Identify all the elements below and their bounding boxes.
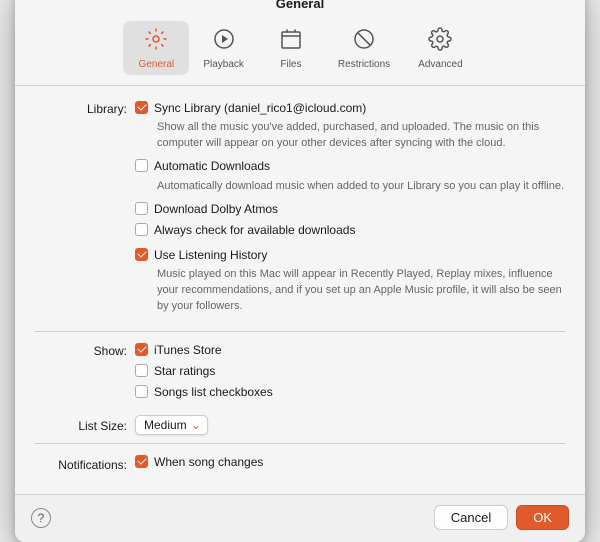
auto-downloads-helper: Automatically download music when added … (157, 179, 565, 195)
sync-library-row: Sync Library (daniel_rico1@icloud.com) (135, 100, 565, 117)
songs-checkboxes-row: Songs list checkboxes (135, 384, 565, 401)
tab-playback-label: Playback (203, 59, 244, 70)
songs-checkboxes-label: Songs list checkboxes (154, 384, 273, 401)
dolby-atmos-label: Download Dolby Atmos (154, 201, 278, 218)
show-content: iTunes Store Star ratings Songs list che… (135, 342, 565, 404)
sync-library-checkbox[interactable] (135, 101, 148, 114)
list-size-value: Medium (144, 418, 187, 432)
help-button[interactable]: ? (31, 508, 51, 528)
tab-advanced-label: Advanced (418, 59, 462, 70)
sync-library-helper: Show all the music you've added, purchas… (157, 120, 565, 152)
notifications-section: Notifications: When song changes (35, 454, 565, 475)
tab-restrictions-label: Restrictions (338, 59, 390, 70)
list-size-row: Medium ⌄ (135, 415, 565, 435)
star-ratings-checkbox[interactable] (135, 364, 148, 377)
dialog-title: General (15, 0, 585, 11)
tab-advanced[interactable]: Advanced (404, 21, 476, 75)
button-group: Cancel OK (434, 505, 569, 530)
when-song-changes-label: When song changes (154, 454, 263, 471)
check-downloads-label: Always check for available downloads (154, 222, 355, 239)
auto-downloads-checkbox[interactable] (135, 159, 148, 172)
listening-history-helper: Music played on this Mac will appear in … (157, 267, 565, 315)
show-section: Show: iTunes Store Star ratings Songs li… (35, 342, 565, 404)
itunes-store-row: iTunes Store (135, 342, 565, 359)
cancel-button[interactable]: Cancel (434, 505, 508, 530)
star-ratings-row: Star ratings (135, 363, 565, 380)
tab-general[interactable]: General (123, 21, 189, 75)
listening-history-checkbox[interactable] (135, 248, 148, 261)
notifications-content: When song changes (135, 454, 565, 475)
tab-files-label: Files (280, 59, 301, 70)
when-song-changes-row: When song changes (135, 454, 565, 471)
auto-downloads-row: Automatic Downloads (135, 158, 565, 175)
dolby-atmos-row: Download Dolby Atmos (135, 201, 565, 218)
restrictions-icon (352, 27, 376, 57)
bottom-bar: ? Cancel OK (15, 494, 585, 542)
when-song-changes-checkbox[interactable] (135, 455, 148, 468)
auto-downloads-label: Automatic Downloads (154, 158, 270, 175)
general-dialog: General General Playback (15, 0, 585, 542)
content-area: Library: Sync Library (daniel_rico1@iclo… (15, 86, 585, 495)
show-label: Show: (35, 342, 135, 404)
list-size-section: List Size: Medium ⌄ (35, 415, 565, 435)
tab-files[interactable]: Files (258, 21, 324, 75)
songs-checkboxes-checkbox[interactable] (135, 385, 148, 398)
check-downloads-row: Always check for available downloads (135, 222, 565, 239)
dolby-atmos-checkbox[interactable] (135, 202, 148, 215)
list-size-select[interactable]: Medium ⌄ (135, 415, 208, 435)
notifications-label: Notifications: (35, 456, 135, 472)
sync-library-label: Sync Library (daniel_rico1@icloud.com) (154, 100, 366, 117)
library-content: Sync Library (daniel_rico1@icloud.com) S… (135, 100, 565, 322)
list-size-content: Medium ⌄ (135, 415, 565, 435)
toolbar: General Playback Files (15, 11, 585, 85)
tab-restrictions[interactable]: Restrictions (324, 21, 404, 75)
library-section: Library: Sync Library (daniel_rico1@iclo… (35, 100, 565, 322)
select-arrow-icon: ⌄ (191, 418, 201, 432)
general-icon (144, 27, 168, 57)
tab-general-label: General (139, 59, 175, 70)
advanced-icon (428, 27, 452, 57)
itunes-store-label: iTunes Store (154, 342, 222, 359)
list-size-label: List Size: (35, 417, 135, 433)
tab-playback[interactable]: Playback (189, 21, 258, 75)
check-downloads-checkbox[interactable] (135, 223, 148, 236)
listening-history-row: Use Listening History (135, 247, 565, 264)
playback-icon (212, 27, 236, 57)
ok-button[interactable]: OK (516, 505, 569, 530)
star-ratings-label: Star ratings (154, 363, 215, 380)
library-label: Library: (35, 100, 135, 322)
itunes-store-checkbox[interactable] (135, 343, 148, 356)
listening-history-label: Use Listening History (154, 247, 267, 264)
files-icon (279, 27, 303, 57)
